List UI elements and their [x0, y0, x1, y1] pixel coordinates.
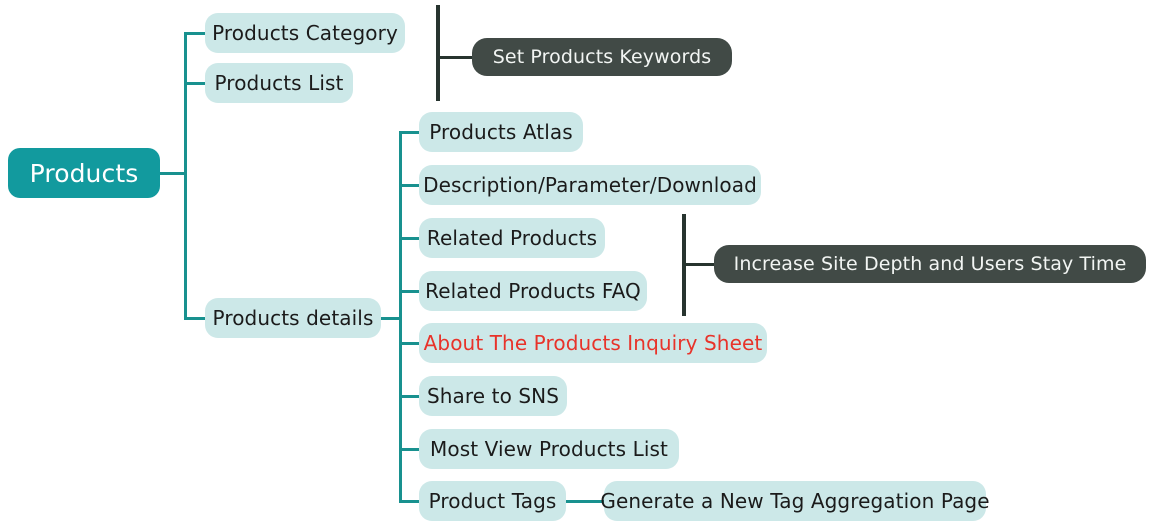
- node-generate-a-new-tag-aggregation-page[interactable]: Generate a New Tag Aggregation Page: [600, 481, 990, 521]
- root-node-products[interactable]: Products: [8, 148, 160, 198]
- connector-to-most-view-products-list: [399, 448, 421, 451]
- node-related-products[interactable]: Related Products: [419, 218, 605, 258]
- node-about-the-products-inquiry-sheet[interactable]: About The Products Inquiry Sheet: [419, 323, 767, 363]
- node-related-products-label: Related Products: [426, 226, 598, 250]
- node-description-parameter-download[interactable]: Description/Parameter/Download: [419, 165, 761, 205]
- node-most-view-products-list-label: Most View Products List: [430, 437, 668, 461]
- connector-to-product-tags: [399, 500, 421, 503]
- node-share-to-sns[interactable]: Share to SNS: [419, 376, 567, 416]
- connector-root-stub: [160, 172, 186, 175]
- mindmap-canvas: Products Products Category Products List…: [0, 0, 1150, 526]
- node-products-atlas[interactable]: Products Atlas: [419, 112, 583, 152]
- node-products-atlas-label: Products Atlas: [429, 120, 573, 144]
- node-products-category[interactable]: Products Category: [205, 13, 405, 53]
- node-generate-a-new-tag-aggregation-page-label: Generate a New Tag Aggregation Page: [600, 489, 990, 513]
- node-share-to-sns-label: Share to SNS: [426, 384, 560, 408]
- connector-level1-spine: [184, 33, 187, 319]
- connector-details-spine: [399, 132, 402, 502]
- note-increase-site-depth[interactable]: Increase Site Depth and Users Stay Time: [714, 245, 1146, 283]
- node-product-tags[interactable]: Product Tags: [419, 481, 566, 521]
- note-bracket-keywords-tick: [436, 56, 472, 59]
- connector-to-related-products: [399, 237, 421, 240]
- note-bracket-depth-tick: [682, 263, 714, 266]
- connector-to-description-parameter-download: [399, 184, 421, 187]
- note-set-products-keywords[interactable]: Set Products Keywords: [472, 38, 732, 76]
- connector-to-products-atlas: [399, 131, 421, 134]
- note-increase-site-depth-label: Increase Site Depth and Users Stay Time: [733, 253, 1127, 275]
- node-product-tags-label: Product Tags: [428, 489, 557, 513]
- node-most-view-products-list[interactable]: Most View Products List: [419, 429, 679, 469]
- note-set-products-keywords-label: Set Products Keywords: [492, 46, 712, 68]
- node-products-details[interactable]: Products details: [205, 298, 381, 338]
- node-products-category-label: Products Category: [212, 21, 398, 45]
- root-node-label: Products: [29, 158, 139, 188]
- node-related-products-faq[interactable]: Related Products FAQ: [419, 271, 647, 311]
- connector-to-share-to-sns: [399, 395, 421, 398]
- connector-to-related-products-faq: [399, 290, 421, 293]
- node-products-list-label: Products List: [214, 71, 344, 95]
- node-related-products-faq-label: Related Products FAQ: [425, 279, 641, 303]
- node-description-parameter-download-label: Description/Parameter/Download: [423, 173, 757, 197]
- note-bracket-keywords-spine: [436, 5, 440, 101]
- connector-to-products-list: [184, 82, 206, 85]
- node-products-list[interactable]: Products List: [205, 63, 353, 103]
- node-products-details-label: Products details: [212, 306, 374, 330]
- connector-to-products-details: [184, 317, 206, 320]
- node-about-the-products-inquiry-sheet-label: About The Products Inquiry Sheet: [423, 331, 763, 355]
- connector-to-products-category: [184, 32, 206, 35]
- connector-to-inquiry-sheet: [399, 342, 421, 345]
